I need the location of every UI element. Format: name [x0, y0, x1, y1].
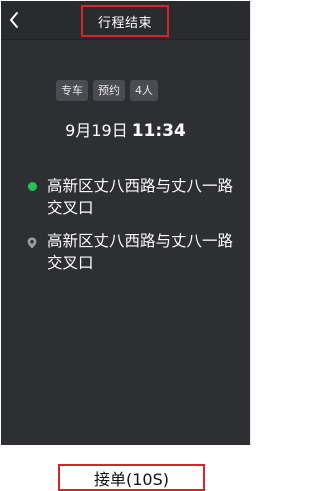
- end-address: 高新区丈八西路与丈八一路交叉口: [47, 232, 234, 272]
- green-dot-icon: [25, 182, 39, 191]
- tag-service-type: 专车: [56, 80, 88, 101]
- nav-bar: 行程结束: [1, 1, 250, 40]
- accept-order-label: 接单(10S): [93, 469, 169, 489]
- route-start: 高新区丈八西路与丈八一路交叉口: [25, 175, 240, 219]
- back-button[interactable]: [3, 5, 25, 35]
- route-end: 高新区丈八西路与丈八一路交叉口: [25, 230, 240, 274]
- pickup-date: 9月19日: [65, 121, 128, 140]
- order-tags: 专车 预约 4人: [56, 80, 158, 101]
- page-title: 行程结束: [97, 15, 152, 31]
- tag-reservation: 预约: [93, 80, 125, 101]
- order-panel: 行程结束 专车 预约 4人 9月19日 11:34 高新区丈八西路与丈八一路交叉口: [1, 1, 251, 445]
- pickup-time: 9月19日 11:34: [1, 117, 250, 141]
- start-address: 高新区丈八西路与丈八一路交叉口: [47, 177, 234, 217]
- chevron-left-icon: [10, 12, 18, 28]
- bottom-bar: 接单(10S): [0, 446, 256, 491]
- accept-order-button[interactable]: 接单(10S): [58, 464, 205, 491]
- location-pin-icon: [25, 237, 39, 249]
- tag-passenger-count: 4人: [130, 80, 158, 101]
- page-title-highlight: 行程结束: [81, 5, 169, 37]
- screen: 行程结束 专车 预约 4人 9月19日 11:34 高新区丈八西路与丈八一路交叉口: [0, 0, 256, 491]
- pickup-clock: 11:34: [131, 121, 186, 141]
